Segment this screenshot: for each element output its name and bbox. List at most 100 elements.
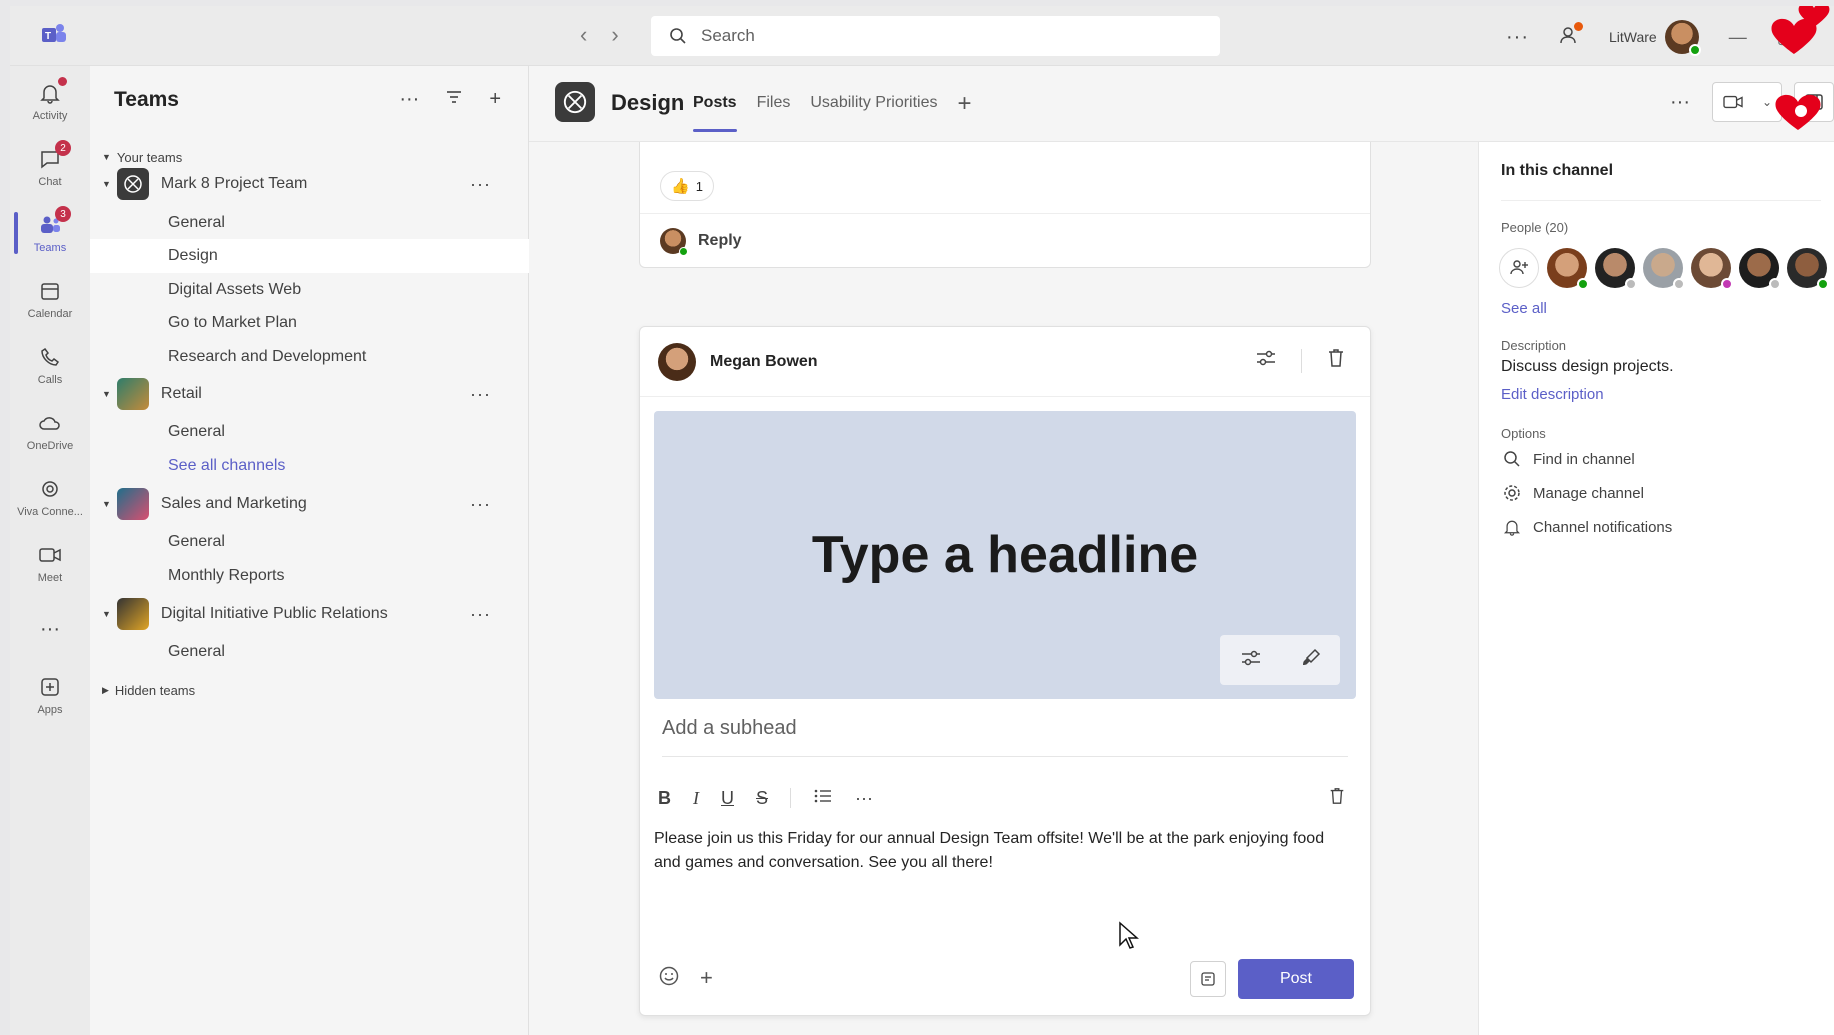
settings-more-button[interactable]: ··· xyxy=(1506,26,1529,49)
team-retail[interactable]: ▼ Retail ··· xyxy=(90,377,529,411)
rail-apps[interactable]: Apps xyxy=(10,666,90,724)
italic-button[interactable]: I xyxy=(693,788,699,809)
underline-button[interactable]: U xyxy=(721,788,734,809)
team-more-button[interactable]: ··· xyxy=(470,384,491,405)
channel-item[interactable]: Monthly Reports xyxy=(90,559,529,593)
team-sales[interactable]: ▼ Sales and Marketing ··· xyxy=(90,487,529,521)
see-all-channels-link[interactable]: See all channels xyxy=(90,449,529,483)
rail-chat[interactable]: 2 Chat xyxy=(10,138,90,196)
avatar[interactable] xyxy=(1547,248,1589,290)
strikethrough-button[interactable]: S xyxy=(756,788,768,809)
posts-feed: 👍 1 Reply Megan Bowen Type a headline Ad… xyxy=(529,142,1478,1035)
team-mark8[interactable]: ▼ Mark 8 Project Team ··· xyxy=(90,167,529,201)
team-avatar xyxy=(116,488,149,520)
emoji-icon[interactable] xyxy=(658,965,680,993)
rail-onedrive[interactable]: OneDrive xyxy=(10,402,90,460)
teams-panel-actions: ··· + xyxy=(399,88,501,111)
post-button[interactable]: Post xyxy=(1238,959,1354,999)
teams-icon: 3 xyxy=(37,206,71,238)
channel-item[interactable]: General xyxy=(90,635,529,669)
people-label: People (20) xyxy=(1501,220,1569,235)
paint-brush-icon[interactable] xyxy=(1301,648,1321,673)
avatar[interactable] xyxy=(1643,248,1685,290)
team-name: Retail xyxy=(160,385,202,402)
team-more-button[interactable]: ··· xyxy=(470,174,491,195)
option-find-in-channel[interactable]: Find in channel xyxy=(1503,450,1635,468)
tab-posts[interactable]: Posts xyxy=(693,94,737,132)
minimize-icon[interactable]: — xyxy=(1729,27,1747,48)
add-tab-button[interactable]: + xyxy=(958,90,972,118)
more-format-button[interactable]: ··· xyxy=(855,788,873,809)
people-icon[interactable] xyxy=(1559,22,1583,49)
channel-item[interactable]: Go to Market Plan xyxy=(90,306,529,340)
tab-usability-priorities[interactable]: Usability Priorities xyxy=(810,94,937,118)
team-name: Digital Initiative Public Relations xyxy=(160,605,388,622)
composer-footer: + Post xyxy=(640,921,1370,1015)
option-channel-notifications[interactable]: Channel notifications xyxy=(1503,518,1672,536)
avatar[interactable] xyxy=(1691,248,1733,290)
bold-button[interactable]: B xyxy=(658,788,671,809)
avatar[interactable] xyxy=(1595,248,1637,290)
channel-item[interactable]: General xyxy=(90,525,529,559)
trash-icon[interactable] xyxy=(1328,786,1346,811)
rail-viva[interactable]: Viva Conne... xyxy=(10,468,90,526)
channel-item[interactable]: General xyxy=(90,206,529,240)
rail-activity[interactable]: Activity xyxy=(10,72,90,130)
filter-icon[interactable] xyxy=(445,88,463,111)
avatar xyxy=(658,342,696,381)
channel-more-button[interactable]: ··· xyxy=(1670,91,1690,114)
option-label: Channel notifications xyxy=(1533,518,1673,536)
headline-input[interactable]: Type a headline xyxy=(654,525,1356,585)
add-people-button[interactable] xyxy=(1499,248,1539,288)
add-attachment-button[interactable]: + xyxy=(700,965,713,993)
settings-sliders-icon[interactable] xyxy=(1255,348,1277,373)
hidden-teams-section[interactable]: ▶ Hidden teams xyxy=(90,673,529,707)
teams-window: T ‹ › Search ··· LitWare — ▢ xyxy=(10,6,1834,1035)
caret-down-icon: ▼ xyxy=(102,389,111,399)
rail-calendar[interactable]: Calendar xyxy=(10,270,90,328)
back-arrow-icon[interactable]: ‹ xyxy=(580,22,587,48)
headline-banner[interactable]: Type a headline xyxy=(654,411,1356,699)
schedule-post-button[interactable] xyxy=(1190,961,1226,997)
reply-button[interactable]: Reply xyxy=(640,213,1370,268)
channel-label: Digital Assets Web xyxy=(168,281,302,298)
team-more-button[interactable]: ··· xyxy=(470,604,491,625)
team-more-button[interactable]: ··· xyxy=(470,494,491,515)
channel-item[interactable]: Digital Assets Web xyxy=(90,273,529,307)
message-body-input[interactable]: Please join us this Friday for our annua… xyxy=(654,827,1344,875)
rail-calls[interactable]: Calls xyxy=(10,336,90,394)
caret-down-icon: ▼ xyxy=(102,152,111,162)
channel-item-selected[interactable]: Design xyxy=(90,239,529,273)
avatar[interactable] xyxy=(1787,248,1829,290)
more-options-button[interactable]: ··· xyxy=(399,88,419,111)
channel-item[interactable]: Research and Development xyxy=(90,340,529,374)
option-manage-channel[interactable]: Manage channel xyxy=(1503,484,1644,502)
team-digital-pr[interactable]: ▼ Digital Initiative Public Relations ··… xyxy=(90,597,529,631)
channel-item[interactable]: General xyxy=(90,415,529,449)
trash-icon[interactable] xyxy=(1326,347,1346,374)
heart-reaction-animation-icon xyxy=(1771,6,1830,130)
profile-area[interactable]: LitWare xyxy=(1609,20,1701,56)
tab-files[interactable]: Files xyxy=(757,94,791,118)
options-label: Options xyxy=(1501,426,1546,441)
reaction-pill[interactable]: 👍 1 xyxy=(660,171,714,201)
composer-header: Megan Bowen xyxy=(640,327,1370,397)
avatar[interactable] xyxy=(1739,248,1781,290)
chat-badge: 2 xyxy=(55,140,71,156)
edit-description-link[interactable]: Edit description xyxy=(1501,386,1604,403)
teams-list-panel: Teams ··· + ▼ Your teams ▼ Mark 8 Projec… xyxy=(90,66,529,1035)
settings-sliders-icon[interactable] xyxy=(1240,648,1262,673)
search-input[interactable]: Search xyxy=(651,16,1220,56)
see-all-people-link[interactable]: See all xyxy=(1501,300,1547,317)
team-avatar xyxy=(116,378,149,410)
rail-more[interactable]: ··· xyxy=(10,600,90,658)
subhead-input[interactable]: Add a subhead xyxy=(662,717,1348,757)
forward-arrow-icon[interactable]: › xyxy=(611,22,618,48)
search-icon xyxy=(670,28,686,44)
user-avatar[interactable] xyxy=(1664,20,1701,56)
bullet-list-icon[interactable] xyxy=(813,788,833,809)
rail-meet[interactable]: Meet xyxy=(10,534,90,592)
rail-teams[interactable]: 3 Teams xyxy=(10,204,90,262)
format-toolbar: B I U S ··· xyxy=(658,783,1358,813)
add-team-button[interactable]: + xyxy=(489,88,501,111)
